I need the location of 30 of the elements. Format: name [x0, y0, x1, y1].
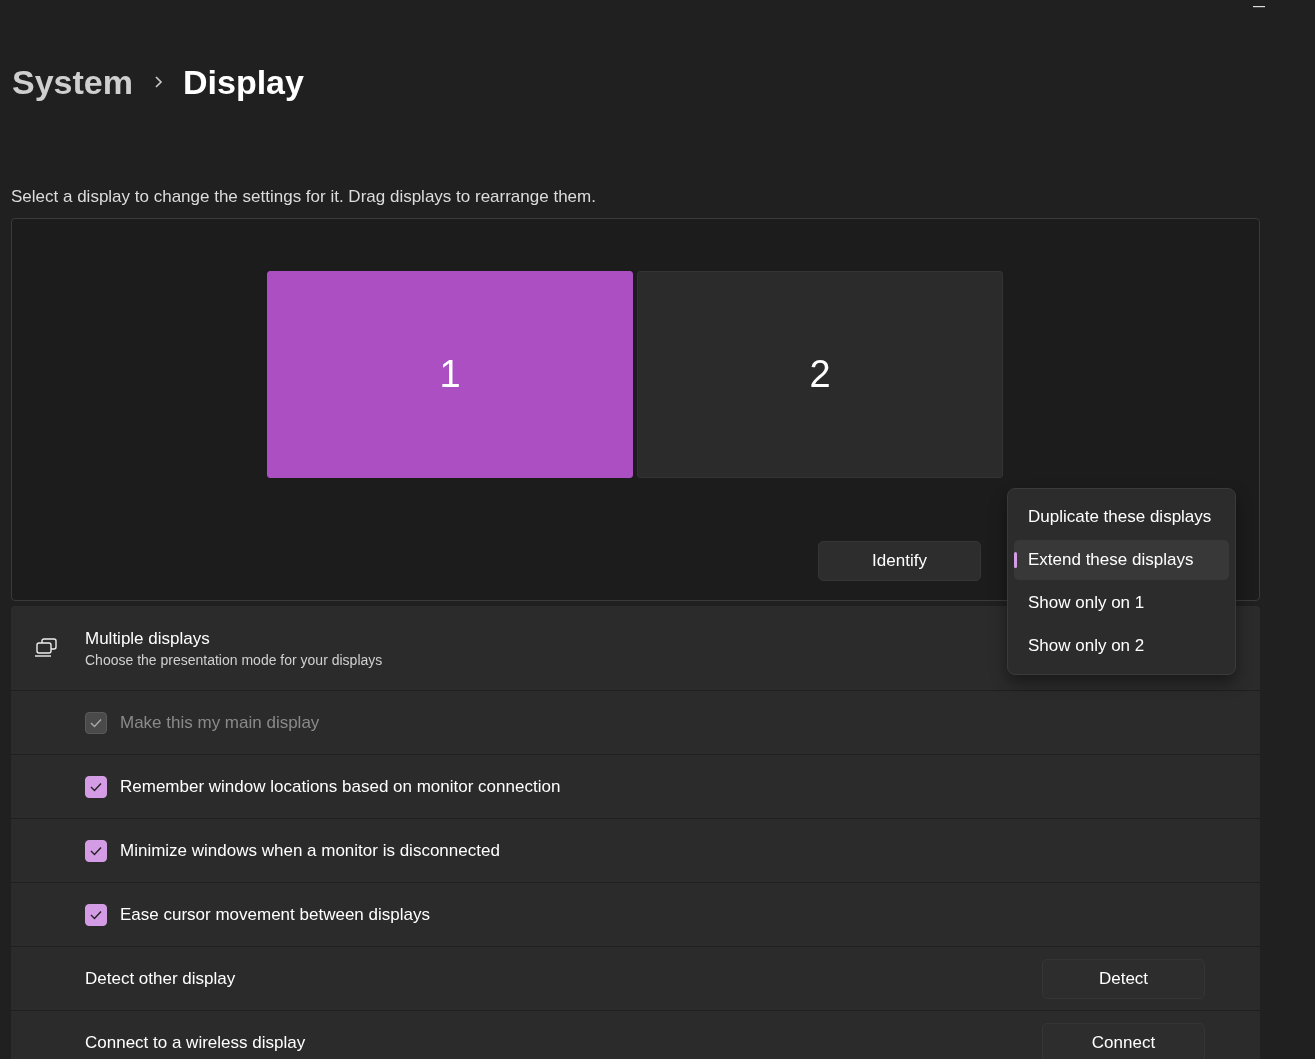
menu-item[interactable]: Show only on 1 [1014, 583, 1229, 623]
checkbox-label: Remember window locations based on monitor connection [120, 776, 562, 797]
page-title: Display [182, 62, 304, 102]
minimize-icon [1253, 6, 1265, 8]
checkmark-icon [90, 845, 102, 856]
action-button[interactable]: Connect [1042, 1022, 1205, 1059]
chevron-icon [152, 75, 163, 89]
menu-item[interactable]: Show only on 2 [1014, 626, 1229, 666]
breadcrumb-parent[interactable]: System [12, 62, 133, 102]
monitors-icon [33, 638, 59, 658]
instruction-text: Select a display to change the settings for it. Drag displays to rearrange them. [11, 186, 597, 208]
setting-label: Detect other display [85, 968, 237, 989]
checkmark-icon [90, 717, 102, 728]
action-button[interactable]: Detect [1042, 958, 1205, 999]
section-title: Multiple displays [85, 628, 211, 649]
checkbox[interactable] [85, 775, 107, 798]
menu-item[interactable]: Duplicate these displays [1014, 497, 1229, 537]
monitor-tile[interactable]: 2 [637, 271, 1003, 478]
monitor-tile[interactable]: 1 [267, 271, 633, 478]
checkbox-label: Ease cursor movement between displays [120, 904, 431, 925]
checkbox-label: Make this my main display [120, 712, 321, 733]
section-subtitle: Choose the presentation mode for your displays [85, 651, 383, 668]
checkmark-icon [90, 909, 102, 920]
identify-button[interactable]: Identify [818, 541, 981, 581]
checkmark-icon [90, 781, 102, 792]
checkbox[interactable] [85, 839, 107, 862]
checkbox[interactable] [85, 903, 107, 926]
menu-item[interactable]: Extend these displays [1014, 540, 1229, 580]
checkbox-label: Minimize windows when a monitor is disconnected [120, 840, 501, 861]
setting-label: Connect to a wireless display [85, 1032, 307, 1053]
